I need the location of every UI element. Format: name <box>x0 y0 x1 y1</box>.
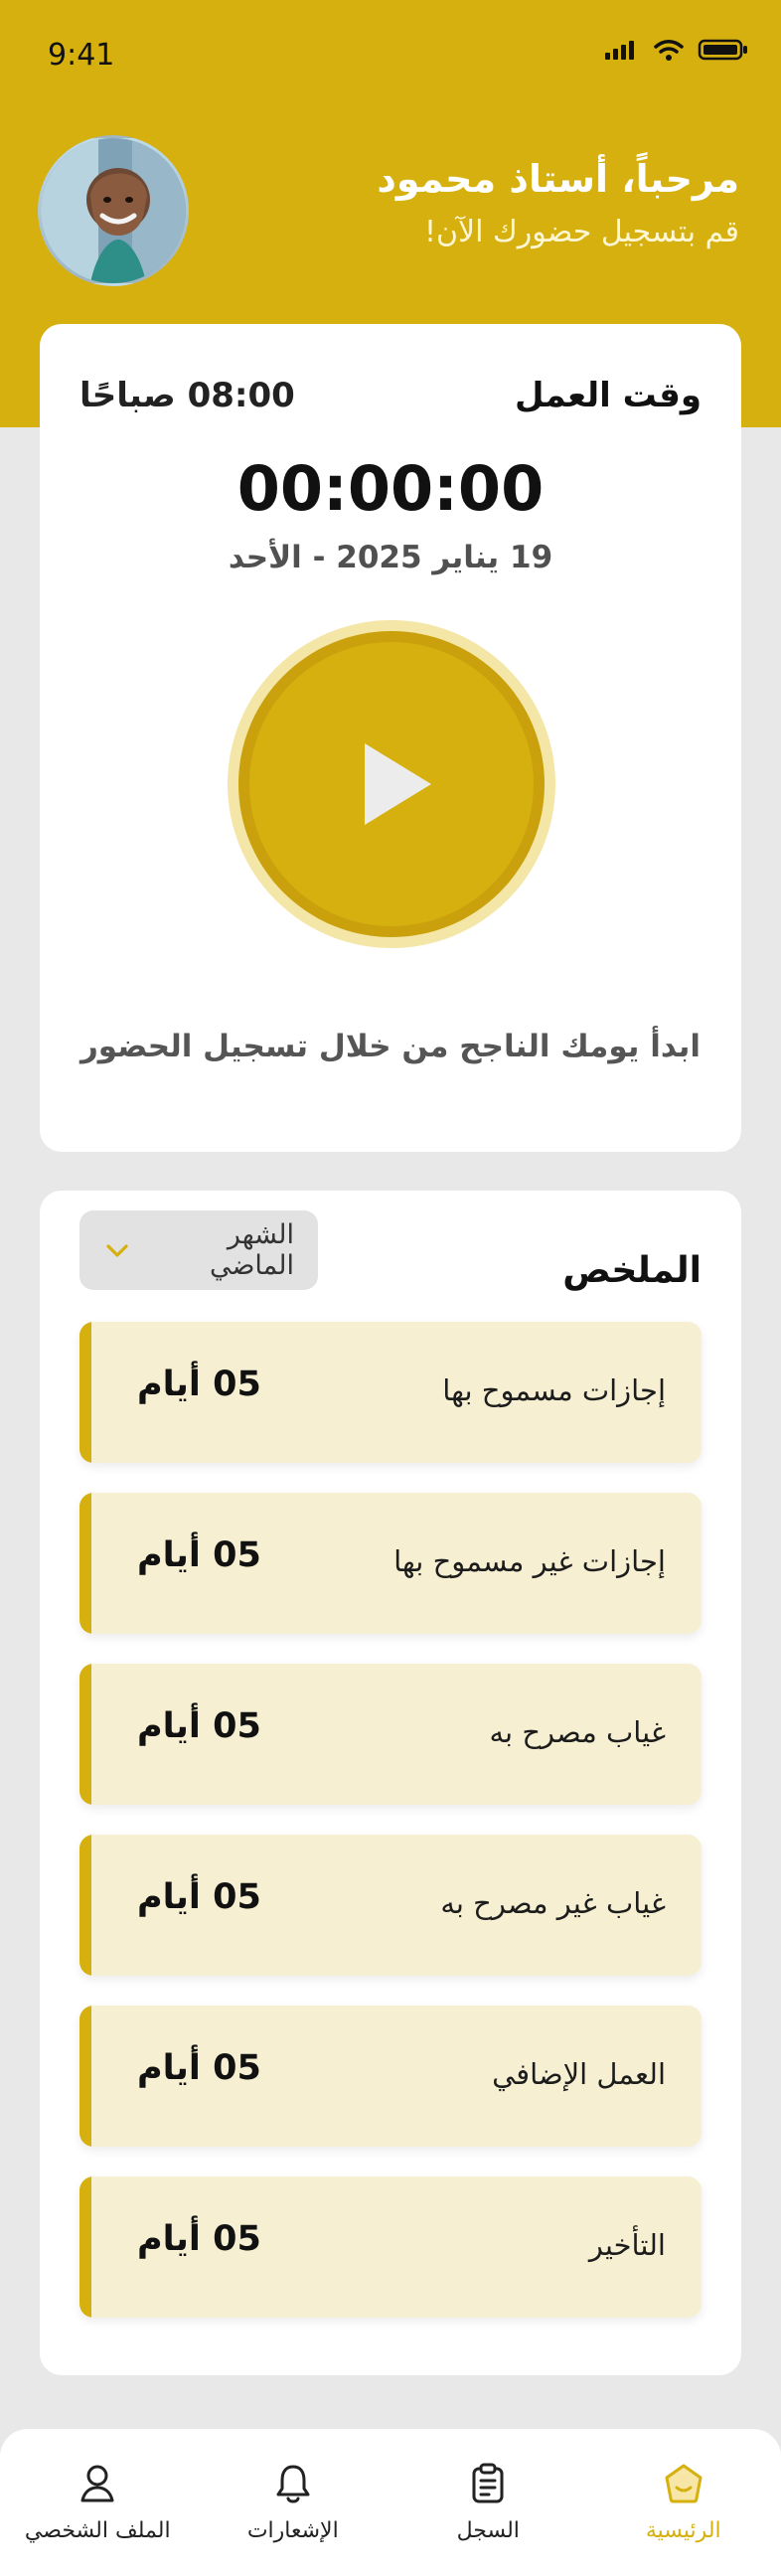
summary-list: إجازات مسموح بها 05 أيام إجازات غير مسمو… <box>79 1322 702 2347</box>
summary-item-unallowed-leaves: إجازات غير مسموح بها 05 أيام <box>79 1493 702 1634</box>
summary-item-unauthorized-absence: غياب غير مصرح به 05 أيام <box>79 1835 702 1976</box>
start-button-circle <box>249 642 534 926</box>
home-screen: 9:41 مرحباً، أستاذ محمود قم بتسجيل حضورك… <box>0 0 781 2576</box>
start-attendance-button[interactable] <box>228 620 555 948</box>
bottom-navigation: الرئيسية السجل الإشعارات الملف الشخصي <box>0 2429 781 2576</box>
bell-icon <box>276 2465 310 2503</box>
start-day-message: ابدأ يومك الناجح من خلال تسجيل الحضور <box>79 1029 702 1064</box>
home-icon <box>665 2464 703 2503</box>
summary-item-label: غياب مصرح به <box>489 1715 666 1749</box>
summary-item-label: العمل الإضافي <box>492 2057 666 2091</box>
nav-item-log[interactable]: السجل <box>390 2429 586 2576</box>
summary-item-label: غياب غير مصرح به <box>440 1886 666 1920</box>
clipboard-icon <box>472 2463 504 2503</box>
status-icons <box>604 38 749 62</box>
chevron-down-icon <box>106 1244 128 1257</box>
nav-label-profile: الملف الشخصي <box>24 2518 171 2543</box>
nav-label-home: الرئيسية <box>645 2518 721 2543</box>
greeting: مرحباً، أستاذ محمود قم بتسجيل حضورك الآن… <box>223 157 739 250</box>
summary-item-value: 05 أيام <box>137 1535 261 1575</box>
summary-item-allowed-leaves: إجازات مسموح بها 05 أيام <box>79 1322 702 1463</box>
summary-item-authorized-absence: غياب مصرح به 05 أيام <box>79 1664 702 1805</box>
summary-item-value: 05 أيام <box>137 2048 261 2088</box>
summary-item-overtime: العمل الإضافي 05 أيام <box>79 2006 702 2147</box>
summary-item-value: 05 أيام <box>137 2219 261 2259</box>
attendance-timer: 00:00:00 <box>236 452 545 525</box>
greeting-subtitle: قم بتسجيل حضورك الآن! <box>424 214 739 249</box>
wifi-icon <box>654 40 684 61</box>
play-icon <box>365 743 431 825</box>
nav-item-home[interactable]: الرئيسية <box>586 2429 781 2576</box>
summary-item-value: 05 أيام <box>137 1365 261 1404</box>
status-bar: 9:41 <box>0 0 781 109</box>
summary-card: الملخص الشهر الماضي إجازات مسموح بها 05 … <box>40 1191 741 2375</box>
summary-item-label: التأخير <box>588 2228 666 2262</box>
user-photo <box>41 138 186 283</box>
summary-title: الملخص <box>562 1250 702 1291</box>
period-filter-label: الشهر الماضي <box>210 1219 294 1281</box>
work-start-time: 08:00 صباحًا <box>79 376 295 415</box>
work-time-row: وقت العمل 08:00 صباحًا <box>79 376 702 429</box>
summary-item-value: 05 أيام <box>137 1877 261 1917</box>
battery-icon <box>698 39 747 61</box>
greeting-title: مرحباً، أستاذ محمود <box>377 157 739 201</box>
summary-item-label: إجازات غير مسموح بها <box>393 1544 666 1578</box>
work-time-label: وقت العمل <box>515 376 702 415</box>
nav-item-notifications[interactable]: الإشعارات <box>196 2429 391 2576</box>
nav-item-profile[interactable]: الملف الشخصي <box>0 2429 196 2576</box>
summary-item-lateness: التأخير 05 أيام <box>79 2176 702 2318</box>
summary-item-label: إجازات مسموح بها <box>442 1373 666 1407</box>
signal-icon <box>605 41 634 60</box>
period-filter[interactable]: الشهر الماضي <box>79 1210 318 1290</box>
work-time-card: وقت العمل 08:00 صباحًا 00:00:00 19 يناير… <box>40 324 741 1152</box>
avatar[interactable] <box>38 135 189 286</box>
start-button-ring <box>238 631 545 937</box>
current-date: 19 يناير 2025 - الأحد <box>228 540 553 575</box>
nav-label-notifications: الإشعارات <box>246 2518 339 2543</box>
status-time: 9:41 <box>48 38 115 73</box>
user-icon <box>80 2465 114 2502</box>
summary-item-value: 05 أيام <box>137 1706 261 1746</box>
nav-label-log: السجل <box>456 2518 520 2543</box>
